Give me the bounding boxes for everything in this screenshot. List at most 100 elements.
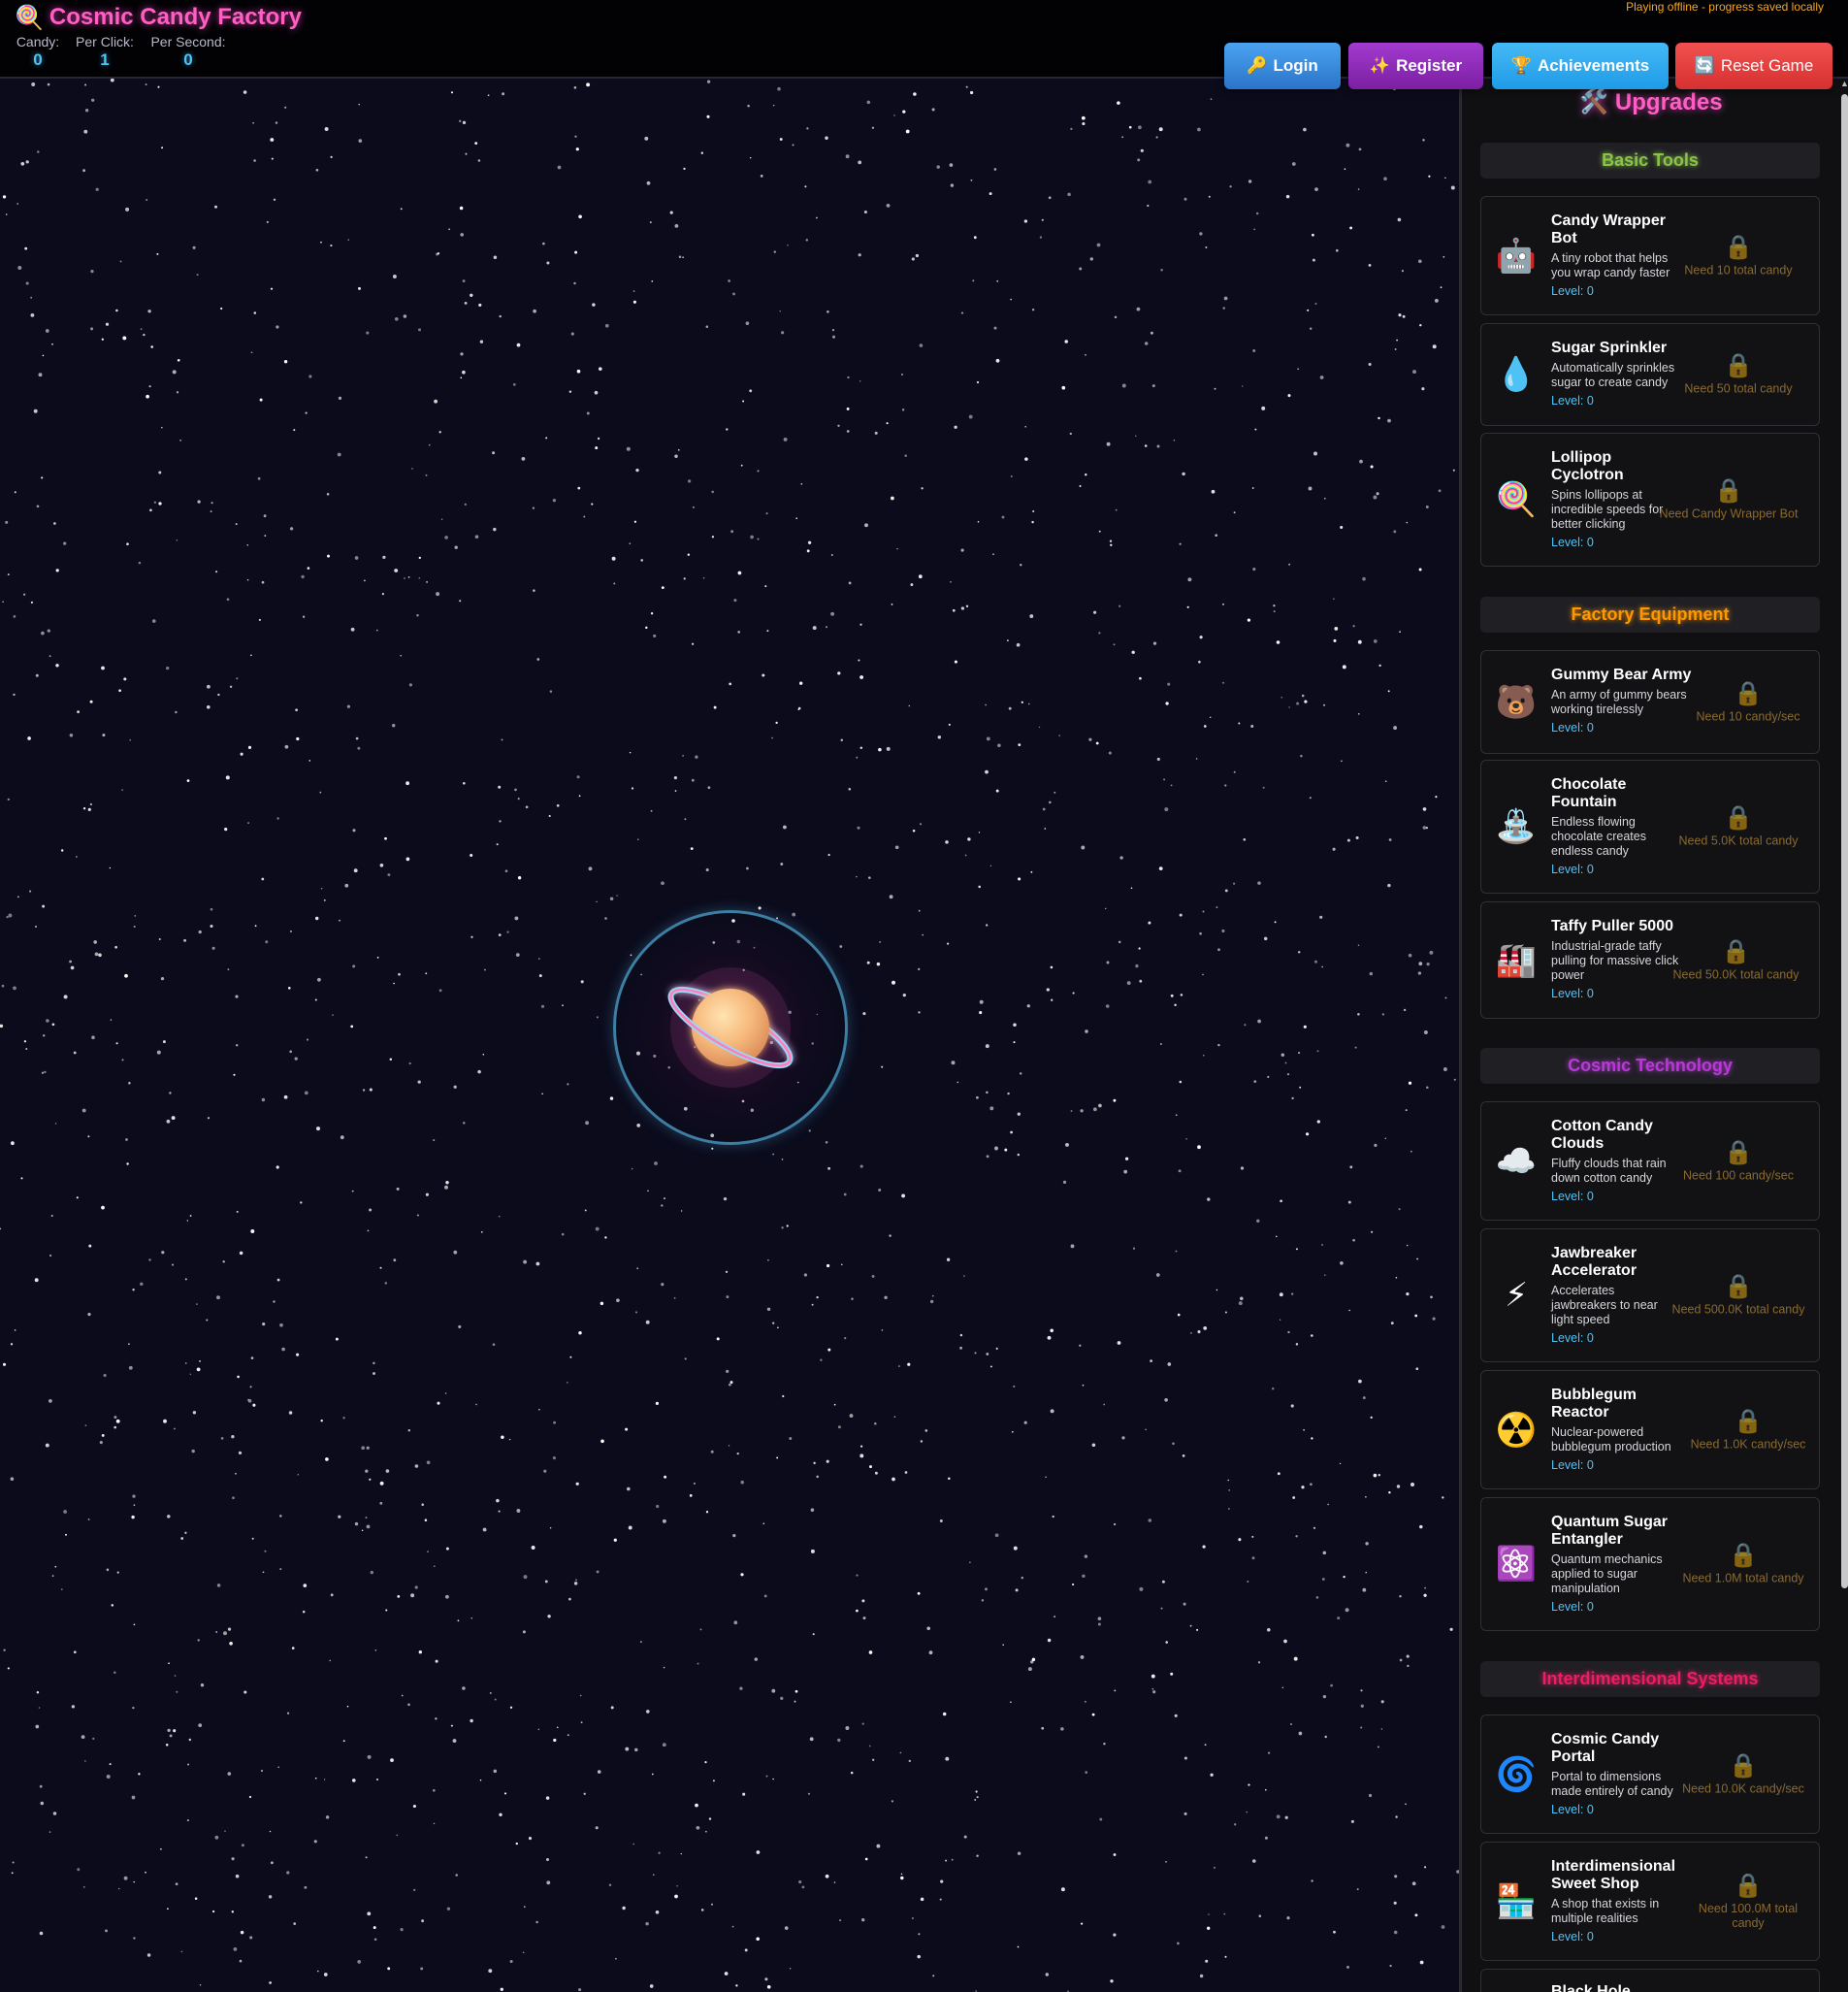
upgrade-card[interactable]: ⛲ Chocolate Fountain Endless flowing cho… xyxy=(1480,760,1820,894)
star xyxy=(373,1938,377,1942)
star xyxy=(396,1834,399,1837)
star xyxy=(1050,1328,1054,1333)
star xyxy=(417,1080,421,1084)
upgrade-description: A shop that exists in multiple realities xyxy=(1551,1897,1660,1925)
upgrade-card[interactable]: Black Hole xyxy=(1480,1969,1820,1992)
star xyxy=(1029,614,1034,619)
upgrade-lock: 🔒 Need 50 total candy xyxy=(1666,353,1811,397)
candy-planet-button[interactable] xyxy=(613,910,848,1145)
star xyxy=(1148,1518,1152,1522)
upgrade-card[interactable]: 🤖 Candy Wrapper Bot A tiny robot that he… xyxy=(1480,196,1820,315)
star xyxy=(1081,115,1086,120)
star xyxy=(1426,962,1430,966)
star xyxy=(1224,889,1228,893)
star xyxy=(273,198,276,202)
upgrade-level: Level: 0 xyxy=(1551,284,1594,298)
star xyxy=(1268,1751,1271,1754)
star xyxy=(232,1496,235,1500)
star xyxy=(568,390,572,393)
star xyxy=(1406,521,1409,524)
offline-notice: Playing offline - progress saved locally xyxy=(1626,0,1824,14)
star xyxy=(825,1874,829,1878)
star xyxy=(1370,1416,1373,1420)
star xyxy=(95,187,99,191)
star xyxy=(1041,1726,1045,1730)
star xyxy=(1402,314,1406,318)
star xyxy=(1324,1735,1327,1739)
star xyxy=(1016,642,1021,647)
upgrade-card[interactable]: ☢️ Bubblegum Reactor Nuclear-powered bub… xyxy=(1480,1370,1820,1489)
star xyxy=(42,904,46,908)
star xyxy=(1099,1817,1103,1821)
star xyxy=(134,915,137,917)
star xyxy=(1070,127,1073,131)
star xyxy=(543,1469,547,1473)
star xyxy=(986,1353,989,1355)
upgrade-card[interactable]: 🏭 Taffy Puller 5000 Industrial-grade taf… xyxy=(1480,901,1820,1019)
star xyxy=(413,1888,416,1892)
star xyxy=(1010,1130,1013,1134)
reset-game-button[interactable]: 🔄 Reset Game xyxy=(1675,43,1832,89)
star xyxy=(384,836,387,840)
star xyxy=(586,411,590,415)
upgrade-card[interactable]: ☁️ Cotton Candy Clouds Fluffy clouds tha… xyxy=(1480,1101,1820,1221)
star xyxy=(51,1023,55,1027)
star xyxy=(567,1734,569,1737)
star xyxy=(1144,444,1148,447)
star xyxy=(410,1593,415,1598)
upgrade-card[interactable]: 💧 Sugar Sprinkler Automatically sprinkle… xyxy=(1480,323,1820,426)
star xyxy=(1378,416,1380,420)
star xyxy=(304,1091,308,1095)
upgrade-card[interactable]: ⚡ Jawbreaker Accelerator Accelerates jaw… xyxy=(1480,1228,1820,1362)
star xyxy=(908,704,911,707)
upgrade-card[interactable]: 🐻 Gummy Bear Army An army of gummy bears… xyxy=(1480,650,1820,754)
scroll-up-arrow-icon[interactable]: ▲ xyxy=(1840,79,1848,88)
star xyxy=(653,1874,655,1876)
register-button[interactable]: ✨ Register xyxy=(1348,43,1483,89)
star xyxy=(777,1326,779,1329)
login-button[interactable]: 🔑 Login xyxy=(1224,43,1341,89)
star xyxy=(928,1650,933,1655)
star xyxy=(735,1984,738,1987)
upgrade-card[interactable]: 🏪 Interdimensional Sweet Shop A shop tha… xyxy=(1480,1842,1820,1961)
star xyxy=(740,1480,744,1485)
star xyxy=(1199,232,1203,236)
star xyxy=(266,220,269,223)
star xyxy=(553,1738,557,1743)
star xyxy=(650,809,653,812)
star xyxy=(1180,994,1183,996)
star xyxy=(1443,1067,1447,1071)
star xyxy=(458,119,462,123)
scrollbar-thumb[interactable] xyxy=(1841,94,1848,1588)
star xyxy=(330,1593,334,1597)
lock-icon: 🔒 xyxy=(1734,680,1763,706)
star xyxy=(1281,696,1283,699)
star xyxy=(1174,1003,1177,1007)
star xyxy=(235,523,238,526)
star xyxy=(1356,1888,1359,1891)
star xyxy=(569,1355,572,1358)
star xyxy=(207,1117,211,1120)
star xyxy=(797,706,801,710)
star xyxy=(177,358,180,362)
star xyxy=(879,940,882,943)
star xyxy=(837,1425,841,1429)
achievements-button[interactable]: 🏆 Achievements xyxy=(1492,43,1669,89)
star xyxy=(846,407,850,410)
star xyxy=(595,1826,599,1830)
star xyxy=(626,1486,631,1491)
star xyxy=(340,1135,344,1140)
upgrade-card[interactable]: 🍭 Lollipop Cyclotron Spins lollipops at … xyxy=(1480,433,1820,567)
star xyxy=(705,1830,707,1833)
upgrade-card[interactable]: 🌀 Cosmic Candy Portal Portal to dimensio… xyxy=(1480,1714,1820,1834)
star xyxy=(460,233,464,237)
star xyxy=(600,1301,604,1306)
star xyxy=(236,1210,239,1213)
star xyxy=(250,351,253,354)
star xyxy=(367,1911,372,1916)
star xyxy=(91,98,95,102)
star xyxy=(538,974,542,978)
upgrades-scrollbar[interactable]: ▲ xyxy=(1839,79,1848,1592)
star xyxy=(1365,1571,1367,1574)
upgrade-card[interactable]: ⚛️ Quantum Sugar Entangler Quantum mecha… xyxy=(1480,1497,1820,1631)
